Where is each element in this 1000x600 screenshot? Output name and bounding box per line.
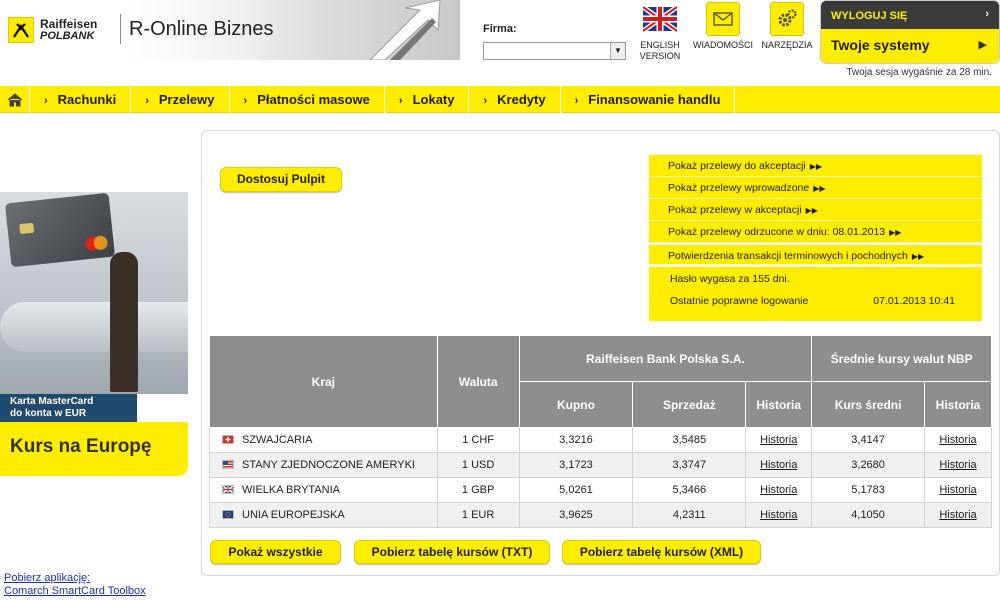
password-expiry-text: Hasło wygasa za 155 dni. <box>649 265 982 289</box>
download-xml-button[interactable]: Pobierz tabelę kursów (XML) <box>562 540 761 564</box>
nav-item-przelewy[interactable]: › Przelewy <box>131 86 230 113</box>
double-arrow-icon: ▶▶ <box>911 252 925 261</box>
your-systems-label: Twoje systemy <box>831 37 930 53</box>
session-timeout-text: Twoja sesja wygaśnie za 28 min. <box>846 67 992 78</box>
chevron-right-icon: › <box>483 95 488 107</box>
nav-item-rachunki[interactable]: › Rachunki <box>30 86 132 113</box>
customize-dashboard-button[interactable]: Dostosuj Pulpit <box>220 167 342 192</box>
header-bank-rates: Raiffeisen Bank Polska S.A. <box>518 335 813 382</box>
history-link[interactable]: Historia <box>760 434 797 446</box>
logout-button[interactable]: WYLOGUJ SIĘ › <box>821 1 999 29</box>
exchange-rates-table: Kraj Waluta Raiffeisen Bank Polska S.A. … <box>209 335 992 528</box>
header-sell: Sprzedaż <box>632 381 747 428</box>
brand-name: Raiffeisen <box>40 17 98 31</box>
chevron-right-icon: › <box>44 95 48 107</box>
firma-label: Firma: <box>483 23 517 35</box>
eu-flag-icon <box>222 510 234 519</box>
brand-subname: POLBANK <box>40 30 95 42</box>
chevron-right-icon: › <box>145 95 149 107</box>
last-login-label: Ostatnie poprawne logowanie <box>670 295 809 307</box>
uk-flag-icon <box>641 2 679 36</box>
messages-link[interactable]: WIADOMOŚCI <box>693 2 753 51</box>
double-arrow-icon: ▶▶ <box>809 162 823 171</box>
uk-flag-icon <box>222 485 234 494</box>
table-row: WIELKA BRYTANIA 1 GBP 5,0261 5,3466 Hist… <box>209 477 992 503</box>
header-average-rate: Kurs średni <box>811 381 925 428</box>
logout-panel: WYLOGUJ SIĘ › Twoje systemy ▶ <box>820 0 1000 64</box>
us-flag-icon <box>222 460 234 469</box>
chevron-right-icon: › <box>398 95 403 107</box>
link-transfers-in-acceptance[interactable]: Pokaż przelewy w akceptacji ▶▶ <box>649 199 982 221</box>
raiffeisen-logo-icon <box>8 17 34 43</box>
link-derivative-confirmations[interactable]: Potwierdzenia transakcji terminowych i p… <box>649 243 982 265</box>
nav-item-finansowanie-handlu[interactable]: › Finansowanie handlu <box>561 86 736 113</box>
ad-slogan: Kurs na Europę <box>0 422 188 476</box>
chevron-right-icon: › <box>243 95 248 107</box>
chevron-right-icon: › <box>985 8 989 20</box>
header-buy: Kupno <box>518 381 634 428</box>
mastercard-ad-banner[interactable]: Karta MasterCard do konta w EUR Kurs na … <box>0 192 188 484</box>
main-nav: › Rachunki › Przelewy › Płatności masowe › L… <box>0 86 1000 113</box>
logout-label: WYLOGUJ SIĘ <box>831 10 908 22</box>
triangle-right-icon: ▶ <box>978 39 987 51</box>
history-nbp-link[interactable]: Historia <box>939 434 976 446</box>
english-label-2: VERSION <box>639 51 681 61</box>
smartcard-toolbox-link[interactable]: Comarch SmartCard Toolbox <box>4 585 146 598</box>
your-systems-button[interactable]: Twoje systemy ▶ <box>821 29 999 63</box>
header-nbp-rates: Średnie kursy walut NBP <box>811 335 992 382</box>
double-arrow-icon: ▶▶ <box>889 228 902 237</box>
traveler-figure <box>110 252 138 392</box>
show-all-button[interactable]: Pokaż wszystkie <box>210 540 341 564</box>
history-nbp-link[interactable]: Historia <box>939 459 976 471</box>
header-currency: Waluta <box>436 335 520 428</box>
gears-icon <box>770 2 804 36</box>
product-title: R-Online Biznes <box>120 14 274 44</box>
firma-select[interactable]: ▼ <box>483 42 626 60</box>
table-row: STANY ZJEDNOCZONE AMERYKI 1 USD 3,1723 3… <box>209 452 992 478</box>
swiss-flag-icon <box>222 435 234 444</box>
link-transfers-rejected[interactable]: Pokaż przelewy odrzucone w dniu: 08.01.2… <box>649 221 982 243</box>
tools-link[interactable]: NARZĘDZIA <box>757 2 817 51</box>
last-login-row: Ostatnie poprawne logowanie 07.01.2013 1… <box>649 289 982 313</box>
link-transfers-to-accept[interactable]: Pokaż przelewy do akceptacji ▶▶ <box>649 155 982 177</box>
header-history: Historia <box>745 381 813 428</box>
double-arrow-icon: ▶▶ <box>805 206 818 215</box>
nav-item-platnosci-masowe[interactable]: › Płatności masowe <box>230 86 385 113</box>
messages-label: WIADOMOŚCI <box>693 40 753 50</box>
history-nbp-link[interactable]: Historia <box>939 509 976 521</box>
home-icon[interactable] <box>0 86 30 113</box>
last-login-value: 07.01.2013 10:41 <box>873 295 955 307</box>
download-app-link[interactable]: Pobierz aplikację: <box>4 572 146 585</box>
nav-item-kredyty[interactable]: › Kredyty <box>469 86 561 113</box>
download-txt-button[interactable]: Pobierz tabelę kursów (TXT) <box>354 540 550 564</box>
bank-logo[interactable]: Raiffeisen POLBANK <box>8 10 118 50</box>
tools-label: NARZĘDZIA <box>761 40 813 50</box>
arrow-graphic-icon <box>369 0 441 60</box>
link-transfers-entered[interactable]: Pokaż przelewy wprowadzone ▶▶ <box>649 177 982 199</box>
table-row: UNIA EUROPEJSKA 1 EUR 3,9625 4,2311 Hist… <box>209 502 992 528</box>
ad-card-label: Karta MasterCard do konta w EUR <box>0 394 137 422</box>
double-arrow-icon: ▶▶ <box>813 184 826 193</box>
history-nbp-link[interactable]: Historia <box>939 484 976 496</box>
quick-links-box: Pokaż przelewy do akceptacji ▶▶ Pokaż prz… <box>649 155 982 321</box>
chevron-down-icon[interactable]: ▼ <box>610 43 625 59</box>
history-link[interactable]: Historia <box>760 459 797 471</box>
ad-photo <box>0 192 188 394</box>
history-link[interactable]: Historia <box>760 484 797 496</box>
nav-item-lokaty[interactable]: › Lokaty <box>385 86 470 113</box>
mastercard-card-icon <box>4 192 116 268</box>
english-version-link[interactable]: ENGLISH VERSION <box>630 2 690 62</box>
envelope-icon <box>706 2 740 36</box>
history-link[interactable]: Historia <box>760 509 797 521</box>
chevron-right-icon: › <box>574 95 579 107</box>
footer-links: Pobierz aplikację: Comarch SmartCard Too… <box>4 572 146 598</box>
english-label-1: ENGLISH <box>640 40 680 50</box>
header-history-nbp: Historia <box>924 381 992 428</box>
table-row: SZWAJCARIA 1 CHF 3,3216 3,5485 Historia … <box>209 427 992 453</box>
header-country: Kraj <box>209 335 438 428</box>
